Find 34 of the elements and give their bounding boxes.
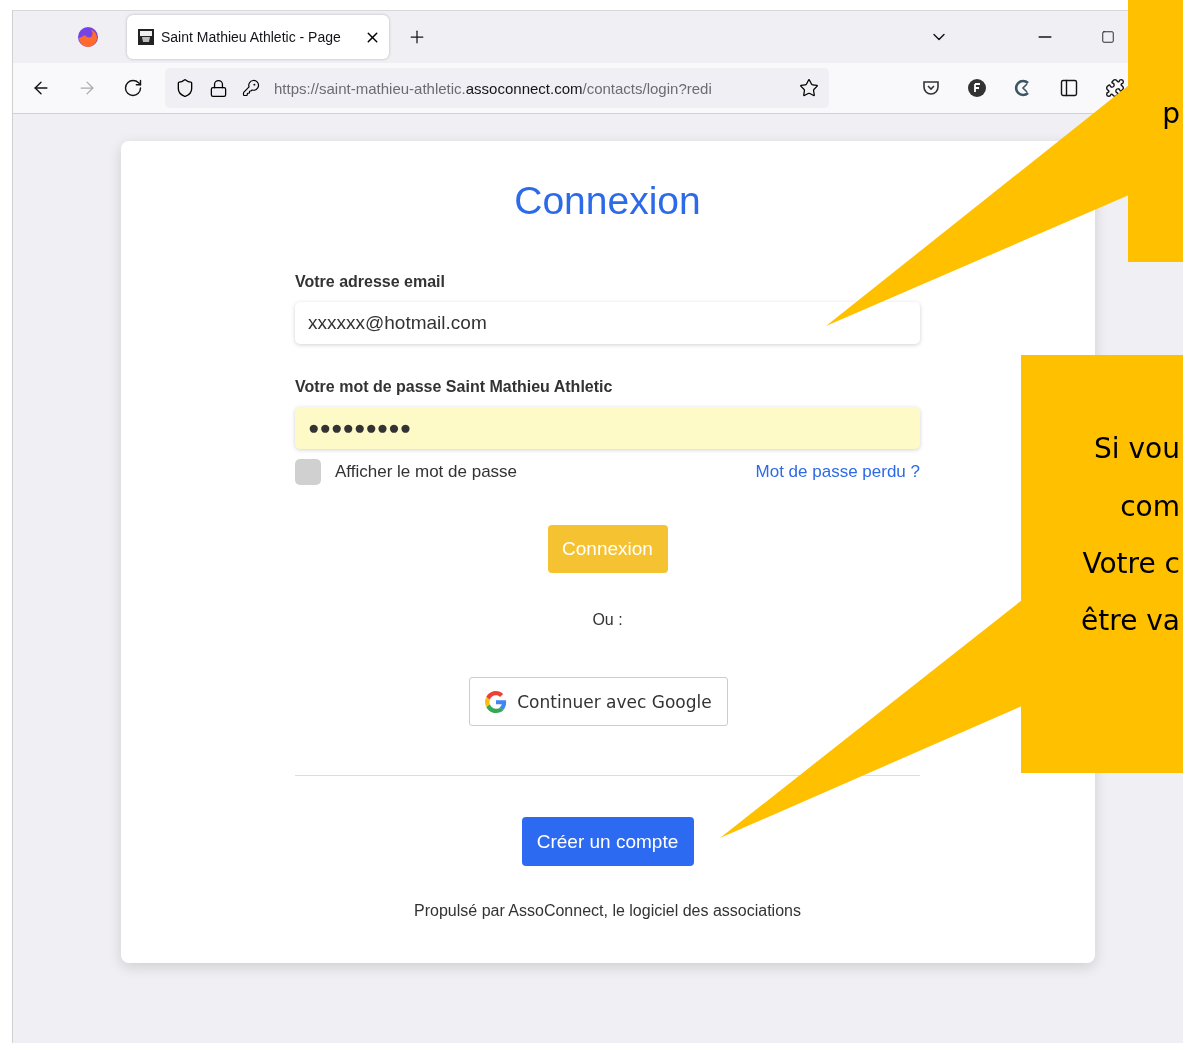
url-text: https://saint-mathieu-athletic.assoconnect.com/contacts/login?redi xyxy=(274,79,713,97)
maximize-icon[interactable] xyxy=(1101,30,1115,44)
google-logo-icon xyxy=(485,690,508,713)
key-icon xyxy=(242,79,260,97)
callout-text: com xyxy=(1120,493,1180,521)
show-password-checkbox[interactable] xyxy=(295,459,321,485)
browser-tab[interactable]: Saint Mathieu Athletic - Page xyxy=(127,15,389,59)
email-label: Votre adresse email xyxy=(295,273,446,291)
password-label: Votre mot de passe Saint Mathieu Athletic xyxy=(295,378,614,396)
callout-text: Si vou xyxy=(1094,435,1180,463)
star-icon[interactable] xyxy=(799,78,819,98)
lock-icon xyxy=(209,78,228,98)
tab-title: Saint Mathieu Athletic - Page xyxy=(161,29,342,45)
pocket-icon[interactable] xyxy=(921,78,941,98)
forgot-password-link[interactable]: Mot de passe perdu ? xyxy=(755,462,920,482)
create-account-button[interactable]: Créer un compte xyxy=(521,817,694,866)
password-field[interactable]: ●●●●●●●●● xyxy=(295,407,920,449)
puzzle-icon[interactable] xyxy=(1105,78,1125,98)
email-field[interactable]: xxxxxx@hotmail.com xyxy=(295,302,920,344)
account-icon[interactable] xyxy=(967,78,987,98)
address-bar[interactable]: https://saint-mathieu-athletic.assoconnect.com/contacts/login?redi xyxy=(165,68,829,108)
firefox-logo-icon[interactable] xyxy=(77,26,99,48)
callout-text: p xyxy=(1162,100,1180,128)
sidebar-icon[interactable] xyxy=(1059,78,1079,98)
shield-icon xyxy=(175,78,195,98)
or-separator: Ou : xyxy=(591,611,624,629)
login-title: Connexion xyxy=(513,179,702,223)
google-signin-button[interactable]: Continuer avec Google xyxy=(469,677,728,726)
show-password-label: Afficher le mot de passe xyxy=(335,462,518,482)
callout-text: Votre c xyxy=(1082,550,1180,578)
site-favicon-icon xyxy=(137,28,155,46)
callout-text: être va xyxy=(1081,607,1180,635)
powered-by-text: Propulsé par AssoConnect, le logiciel des associations xyxy=(413,902,802,920)
reload-icon[interactable] xyxy=(123,78,143,98)
